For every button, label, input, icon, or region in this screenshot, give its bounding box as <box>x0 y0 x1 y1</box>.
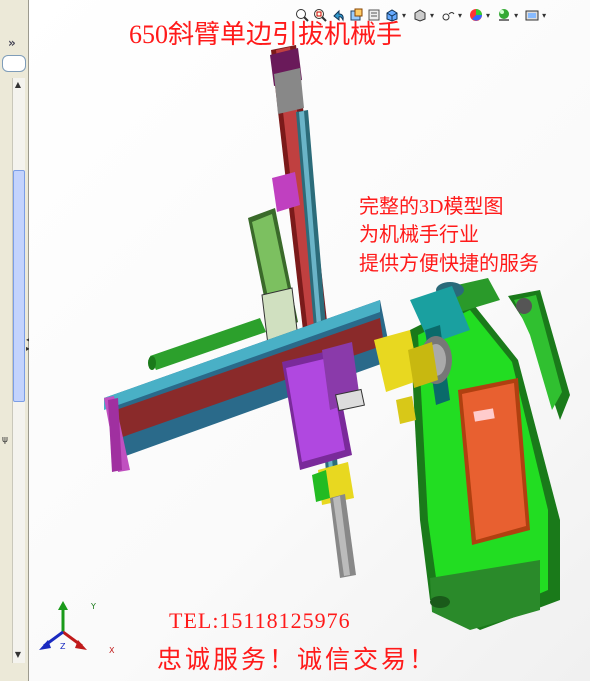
description-line-2: 为机械手行业 <box>359 224 479 246</box>
description-line-1: 完整的3D模型图 <box>359 196 504 218</box>
service-slogan: 忠诚服务！诚信交易！ <box>157 647 438 674</box>
bottom-gripper <box>312 462 356 578</box>
description-line-3: 提供方便快捷的服务 <box>359 253 539 275</box>
triad-x-label: X <box>109 646 115 655</box>
panel-filter-field[interactable] <box>2 55 26 72</box>
contact-telephone: TEL:15118125976 <box>169 608 351 633</box>
purple-carriage <box>282 342 365 470</box>
feature-manager-panel: » ▲ ▼ ◂ ▸ ψ <box>0 0 30 681</box>
rail-clamp <box>272 172 300 212</box>
panel-item-glyph: ψ <box>2 435 8 445</box>
expand-panel-chevron-icon[interactable]: » <box>8 36 16 50</box>
triad-z-label: Z <box>60 642 66 651</box>
model-title: 650斜臂单边引拔机械手 <box>129 20 403 49</box>
graphics-viewport[interactable]: ▾ ▾ ▾ ▾ ▾ ▾ 650斜臂单边引拔机械手 完整的3D模型图 为机械手行业… <box>29 0 590 681</box>
scroll-down-arrow-icon[interactable]: ▼ <box>13 650 23 660</box>
scroll-up-arrow-icon[interactable]: ▲ <box>13 80 23 90</box>
top-rail-cap <box>270 48 304 114</box>
triad-y-label: Y <box>91 602 96 611</box>
robot-arm-3d-model[interactable] <box>29 0 590 681</box>
scrollbar-thumb[interactable] <box>13 170 25 402</box>
